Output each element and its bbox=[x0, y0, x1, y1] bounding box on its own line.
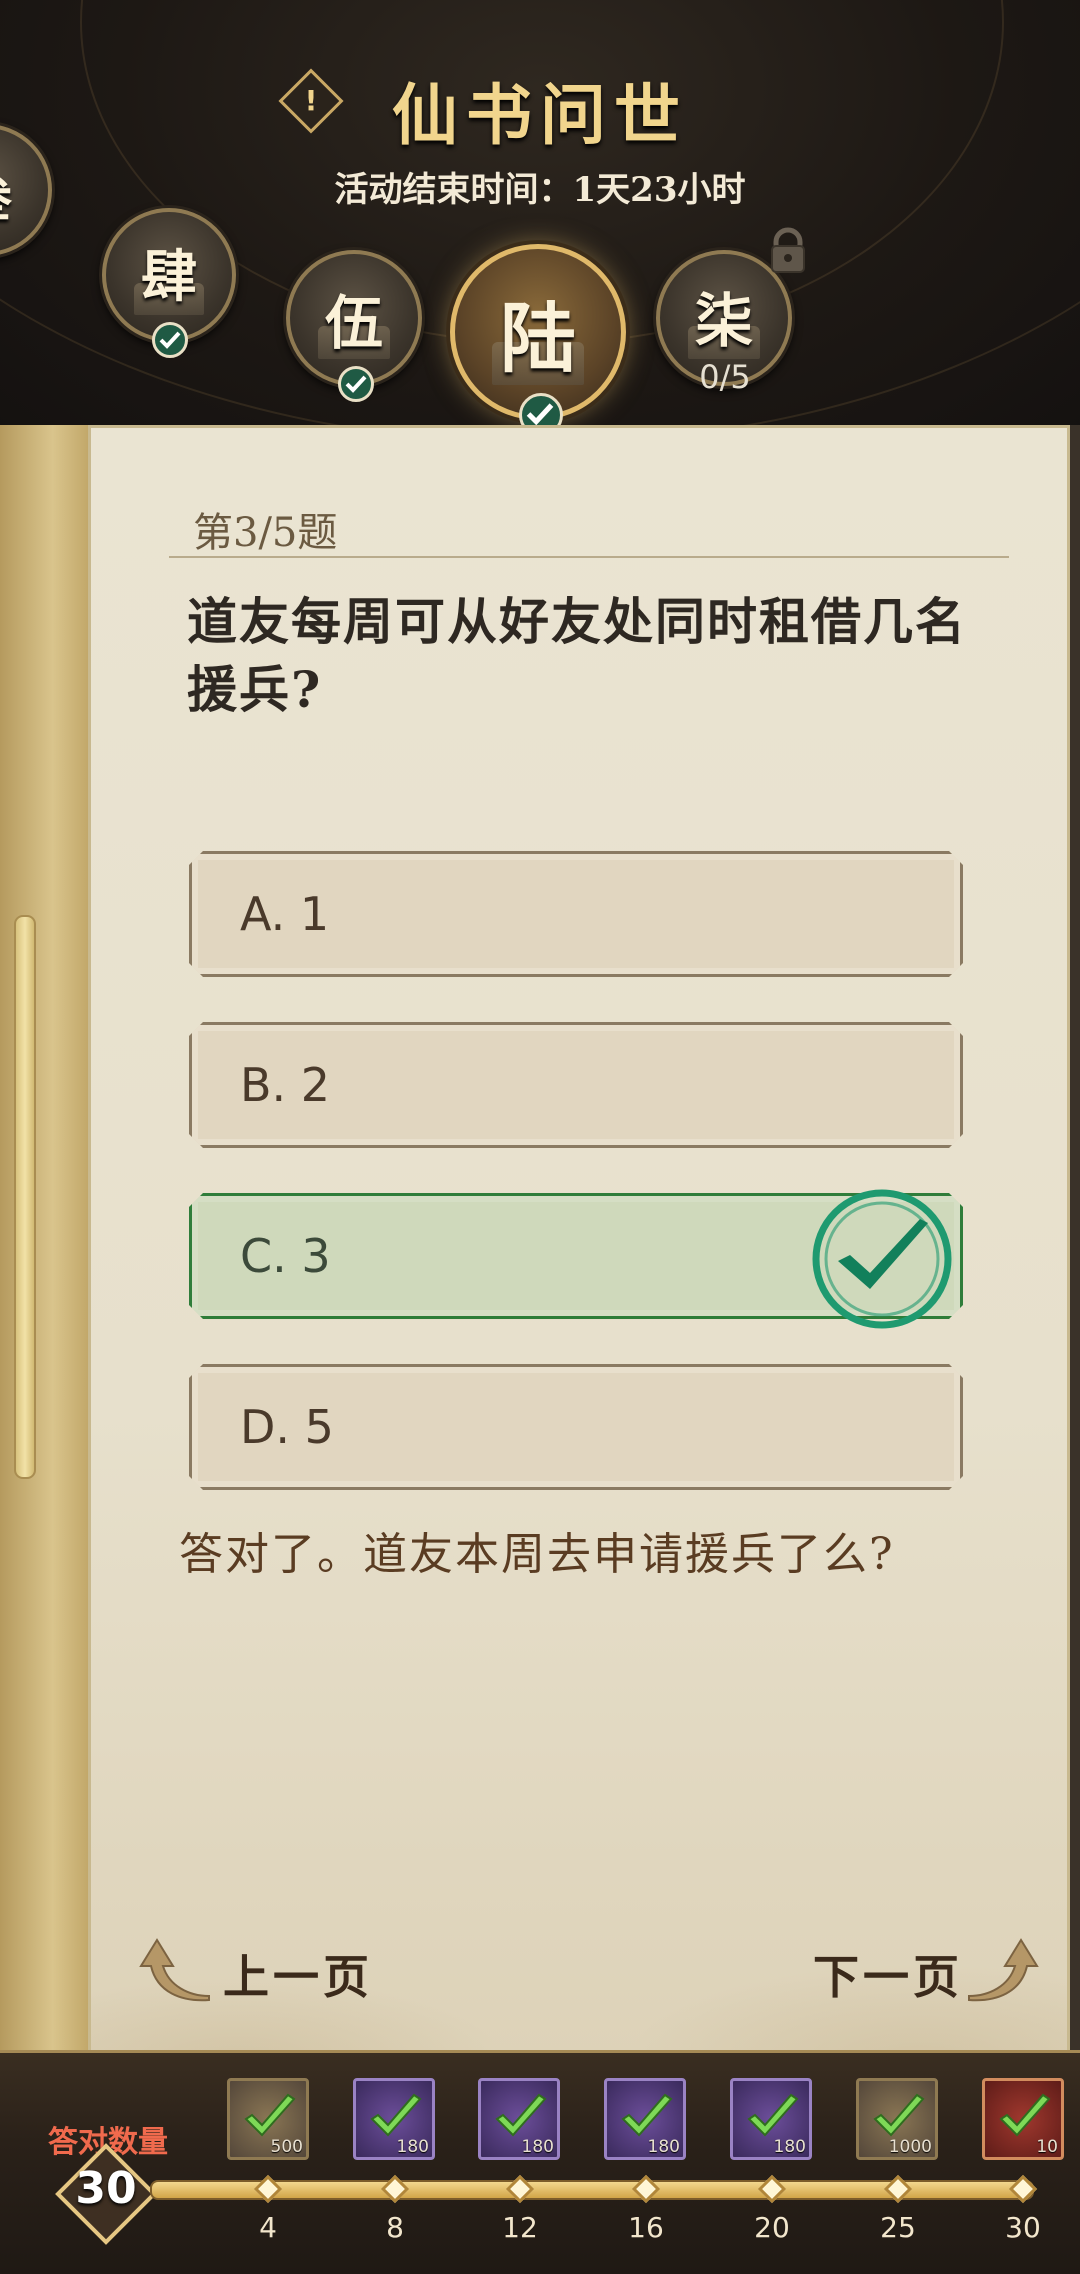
reward-item-4[interactable]: 500 bbox=[227, 2078, 309, 2160]
reward-quantity: 180 bbox=[396, 2137, 429, 2157]
reward-quantity: 180 bbox=[773, 2137, 806, 2157]
event-title: 仙书问世 bbox=[392, 76, 688, 154]
question-number: 第3/5题 bbox=[193, 510, 338, 556]
claimed-check-icon bbox=[370, 2093, 422, 2137]
reward-item-12[interactable]: 180 bbox=[478, 2078, 560, 2160]
next-page-button[interactable]: 下一页 bbox=[813, 1941, 963, 2007]
milestone-label: 8 bbox=[386, 2211, 404, 2244]
option-label: C. 3 bbox=[240, 1229, 331, 1283]
divider bbox=[169, 556, 1009, 558]
reward-quantity: 10 bbox=[1036, 2137, 1058, 2157]
left-scroll-panel bbox=[0, 425, 92, 2065]
milestone-label: 16 bbox=[628, 2211, 664, 2244]
option-label: B. 2 bbox=[240, 1058, 331, 1112]
chapter-6-button[interactable]: 陆 bbox=[450, 244, 626, 437]
check-icon bbox=[152, 322, 188, 358]
decorative-mountains bbox=[91, 1732, 1067, 2062]
chapter-4-button[interactable]: 肆 bbox=[102, 208, 236, 358]
chapter-5-button[interactable]: 伍 bbox=[286, 250, 422, 402]
reward-item-25[interactable]: 1000 bbox=[856, 2078, 938, 2160]
milestone-label: 12 bbox=[502, 2211, 538, 2244]
reward-quantity: 500 bbox=[270, 2137, 303, 2157]
reward-item-8[interactable]: 180 bbox=[353, 2078, 435, 2160]
header-banner: ! 仙书问世 活动结束时间：1天23小时 叁 肆 伍 陆 柒 0/5 bbox=[0, 0, 1080, 440]
event-countdown: 活动结束时间：1天23小时 bbox=[334, 170, 746, 210]
option-d-button[interactable]: D. 5 bbox=[189, 1364, 963, 1490]
claimed-check-icon bbox=[747, 2093, 799, 2137]
reward-progress-bar: 答对数量 30 4 8 12 16 20 25 30 500 180 180 1… bbox=[0, 2050, 1080, 2274]
reward-quantity: 180 bbox=[647, 2137, 680, 2157]
reward-quantity: 180 bbox=[521, 2137, 554, 2157]
claimed-check-icon bbox=[495, 2093, 547, 2137]
option-label: A. 1 bbox=[240, 887, 330, 941]
correct-check-icon bbox=[812, 1189, 952, 1329]
back-arrow-icon[interactable] bbox=[139, 1934, 215, 2004]
scrollbar[interactable] bbox=[14, 915, 36, 1479]
milestone-label: 30 bbox=[1005, 2211, 1041, 2244]
forward-arrow-icon[interactable] bbox=[963, 1934, 1039, 2004]
reward-item-30[interactable]: 10 bbox=[982, 2078, 1064, 2160]
option-a-button[interactable]: A. 1 bbox=[189, 851, 963, 977]
question-text: 道友每周可从好友处同时租借几名援兵? bbox=[187, 592, 967, 719]
lock-icon bbox=[771, 227, 805, 273]
option-label: D. 5 bbox=[240, 1400, 334, 1454]
reward-item-16[interactable]: 180 bbox=[604, 2078, 686, 2160]
claimed-check-icon bbox=[244, 2093, 296, 2137]
reward-quantity: 1000 bbox=[888, 2137, 932, 2157]
reward-item-20[interactable]: 180 bbox=[730, 2078, 812, 2160]
chapter-7-progress: 0/5 bbox=[699, 358, 751, 396]
prev-page-button[interactable]: 上一页 bbox=[223, 1941, 373, 2007]
claimed-check-icon bbox=[621, 2093, 673, 2137]
milestone-label: 4 bbox=[259, 2211, 277, 2244]
claimed-check-icon bbox=[873, 2093, 925, 2137]
claimed-check-icon bbox=[999, 2093, 1051, 2137]
milestone-label: 25 bbox=[880, 2211, 916, 2244]
check-icon bbox=[338, 366, 374, 402]
milestone-label: 20 bbox=[754, 2211, 790, 2244]
option-b-button[interactable]: B. 2 bbox=[189, 1022, 963, 1148]
correct-count-value: 30 bbox=[75, 2163, 137, 2214]
answer-feedback: 答对了。道友本周去申请援兵了么? bbox=[179, 1529, 895, 1580]
